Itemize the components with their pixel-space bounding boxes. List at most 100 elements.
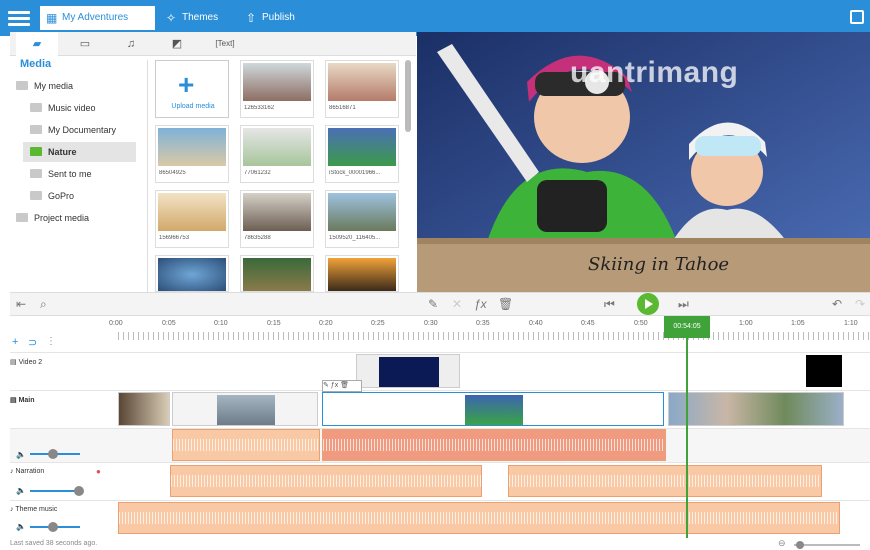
thumbnail-image — [158, 258, 226, 291]
narration-clip[interactable] — [170, 465, 482, 497]
slides-icon[interactable]: ▭ — [64, 32, 106, 56]
thumbnail-image — [243, 258, 311, 291]
text-tab[interactable]: [Text] — [204, 32, 246, 56]
tree-nature[interactable]: Nature — [23, 142, 136, 162]
slider-knob[interactable] — [48, 522, 58, 532]
track-header-main: ▤ Main — [10, 397, 35, 404]
edit-pencil-icon[interactable]: ✎ — [428, 297, 438, 311]
timeline-ruler[interactable] — [118, 332, 870, 340]
folder-icon[interactable]: ▰ — [16, 32, 58, 56]
track-header-theme-music: ♪ Theme music — [10, 506, 58, 513]
playhead-line[interactable] — [686, 338, 688, 538]
transition-icon[interactable]: ◩ — [156, 32, 198, 56]
thumbnail-image — [328, 63, 396, 101]
skip-forward-icon[interactable]: ⏭ — [678, 297, 689, 312]
media-thumbnail[interactable]: 77061232 — [240, 125, 314, 183]
tab-publish[interactable]: ⇧ Publish — [240, 6, 320, 30]
media-title: Media — [20, 58, 52, 70]
media-thumbnail[interactable]: 86516871 — [325, 60, 399, 118]
playhead-time[interactable]: 00:54:05 — [664, 316, 710, 338]
folder-icon — [30, 125, 42, 134]
split-icon[interactable]: ✕ — [452, 297, 462, 311]
media-thumbnail[interactable]: 1509520_116405... — [325, 190, 399, 248]
tree-gopro[interactable]: GoPro — [30, 186, 74, 206]
undo-icon[interactable]: ↶ — [832, 297, 842, 311]
skip-back-icon[interactable]: ⏮ — [604, 297, 615, 312]
tree-my-documentary[interactable]: My Documentary — [30, 120, 116, 140]
audio-clip[interactable] — [172, 429, 320, 461]
zoom-out-icon[interactable]: ⊖ — [778, 538, 786, 549]
thumbnail-image — [328, 128, 396, 166]
search-icon[interactable]: ⌕ — [40, 297, 47, 312]
tree-project-media[interactable]: Project media — [16, 208, 89, 228]
plus-icon: + — [178, 69, 195, 100]
theme-music-clip[interactable] — [118, 502, 840, 534]
folder-icon — [30, 191, 42, 200]
video2-clip-end[interactable] — [806, 355, 842, 387]
media-thumbnail[interactable]: 156966753 — [155, 190, 229, 248]
media-thumbnail[interactable] — [325, 255, 399, 292]
tree-my-media[interactable]: My media — [16, 76, 73, 96]
tree-sent-to-me[interactable]: Sent to me — [30, 164, 92, 184]
music-note-icon: ♪ — [10, 468, 14, 475]
thumbnail-image — [243, 193, 311, 231]
clip-mini-toolbar[interactable]: ✎ ƒx 🗑 — [322, 380, 362, 392]
ruler-tick: 0:10 — [214, 320, 228, 327]
watermark-text: uantrimang — [570, 56, 739, 89]
narration-clip[interactable] — [508, 465, 822, 497]
folder-icon — [30, 103, 42, 112]
music-icon[interactable]: ♫ — [110, 32, 152, 56]
tab-my-adventures[interactable]: ▦ My Adventures — [40, 6, 155, 30]
media-thumbnail[interactable]: 78635288 — [240, 190, 314, 248]
tab-themes[interactable]: ✧ Themes — [160, 6, 240, 30]
thumbnail-image — [158, 128, 226, 166]
upload-media-button[interactable]: + Upload media — [155, 60, 229, 118]
fx-icon[interactable]: ƒx — [474, 297, 487, 311]
video2-clip[interactable] — [356, 354, 460, 388]
trash-icon[interactable]: 🗑 — [498, 297, 513, 311]
slider-knob[interactable] — [48, 449, 58, 459]
microphone-icon[interactable]: ● — [96, 467, 101, 476]
narration-volume-slider[interactable] — [30, 486, 84, 496]
main-clip[interactable] — [118, 392, 170, 426]
film-strip-icon: ▤ — [10, 397, 17, 404]
media-thumbnail[interactable]: iStock_00001966... — [325, 125, 399, 183]
folder-icon — [16, 81, 28, 90]
main-clip-selected[interactable] — [322, 392, 664, 426]
media-thumbnail[interactable] — [240, 255, 314, 292]
thumbnail-image — [328, 193, 396, 231]
ruler-tick: 0:25 — [371, 320, 385, 327]
slider-knob[interactable] — [74, 486, 84, 496]
magnet-icon[interactable]: ⊃ — [28, 336, 37, 349]
play-button[interactable] — [637, 293, 659, 315]
folder-icon — [30, 147, 42, 156]
ruler-tick: 1:05 — [791, 320, 805, 327]
media-thumbnail[interactable] — [155, 255, 229, 292]
add-track-icon[interactable]: + — [12, 336, 18, 348]
media-scrollbar[interactable] — [405, 60, 411, 132]
clip-thumbnail — [217, 395, 275, 425]
hamburger-menu-icon[interactable] — [8, 8, 30, 28]
import-icon[interactable]: ⇤ — [16, 297, 26, 311]
media-tabs-bar: ▰ ▭ ♫ ◩ [Text] — [10, 32, 416, 56]
media-thumbnail[interactable]: 86504925 — [155, 125, 229, 183]
ruler-tick: 0:00 — [109, 320, 123, 327]
zoom-slider-knob[interactable] — [796, 541, 804, 549]
tree-music-video[interactable]: Music video — [30, 98, 96, 118]
preview-caption: Skiing in Tahoe — [588, 254, 730, 275]
ruler-tick: 0:20 — [319, 320, 333, 327]
main-clip-strip[interactable] — [668, 392, 844, 426]
theme-volume-slider[interactable] — [30, 522, 80, 532]
main-volume-slider[interactable] — [30, 449, 80, 459]
fullscreen-icon[interactable] — [850, 10, 864, 24]
track-header-video-2: ▤ Video 2 — [10, 359, 43, 366]
folder-icon — [30, 169, 42, 178]
main-clip[interactable] — [172, 392, 318, 426]
ruler-tick: 0:35 — [476, 320, 490, 327]
audio-clip-selected[interactable] — [322, 429, 666, 461]
thumbnail-image — [243, 63, 311, 101]
redo-icon[interactable]: ↷ — [855, 297, 865, 311]
media-thumbnail[interactable]: 126533162 — [240, 60, 314, 118]
split-track-icon[interactable]: ⋮ — [46, 336, 56, 347]
volume-icon: 🔈 — [16, 522, 26, 531]
